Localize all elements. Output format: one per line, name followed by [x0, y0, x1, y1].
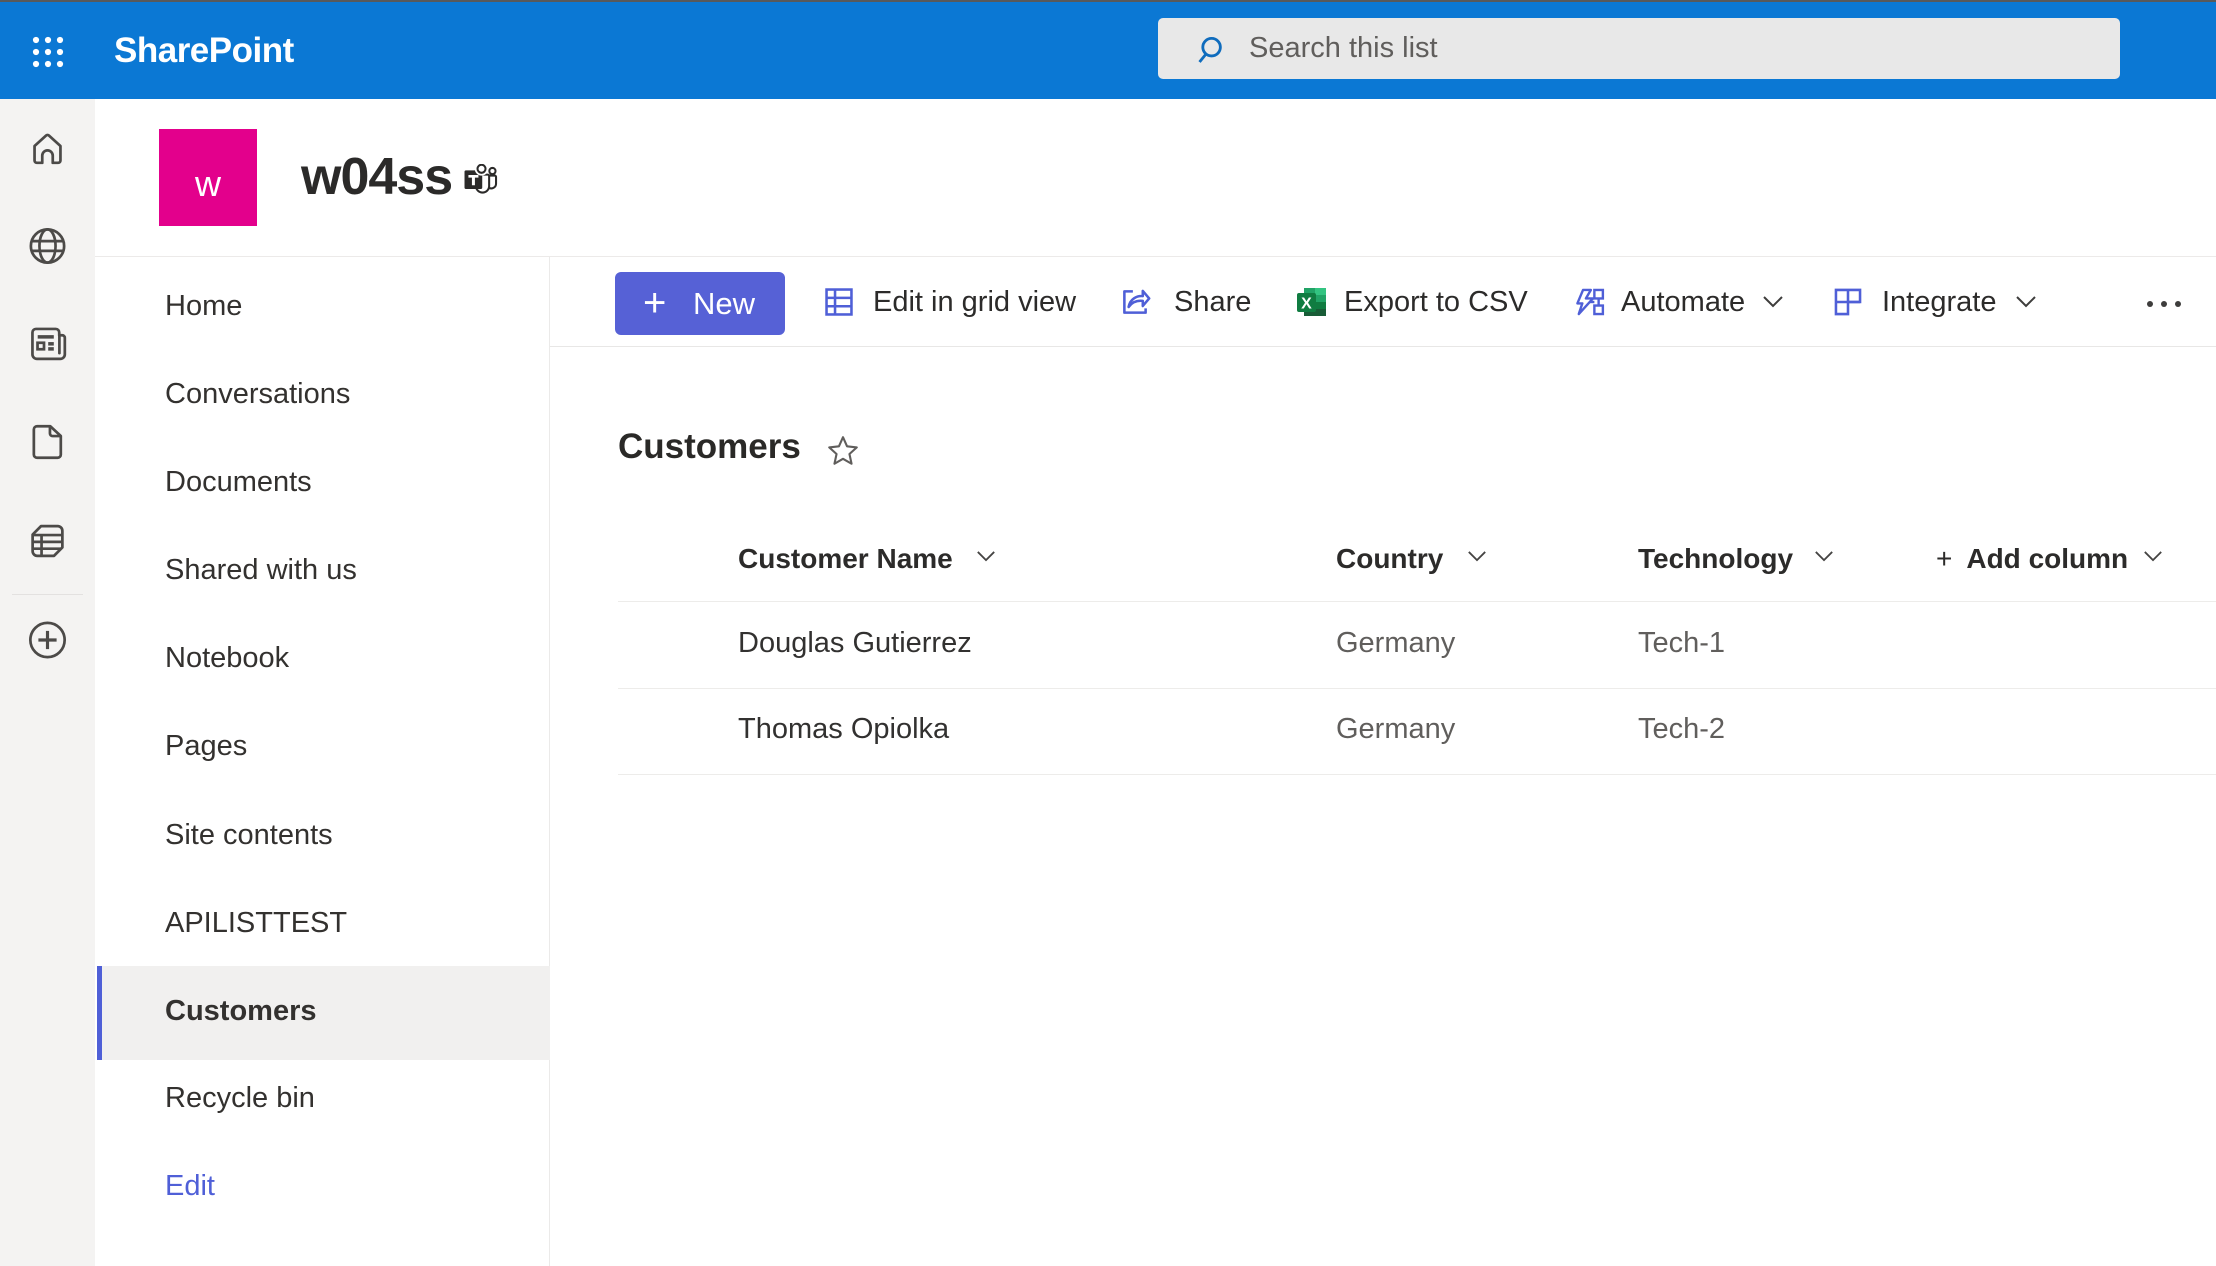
svg-text:X: X: [1301, 296, 1312, 313]
